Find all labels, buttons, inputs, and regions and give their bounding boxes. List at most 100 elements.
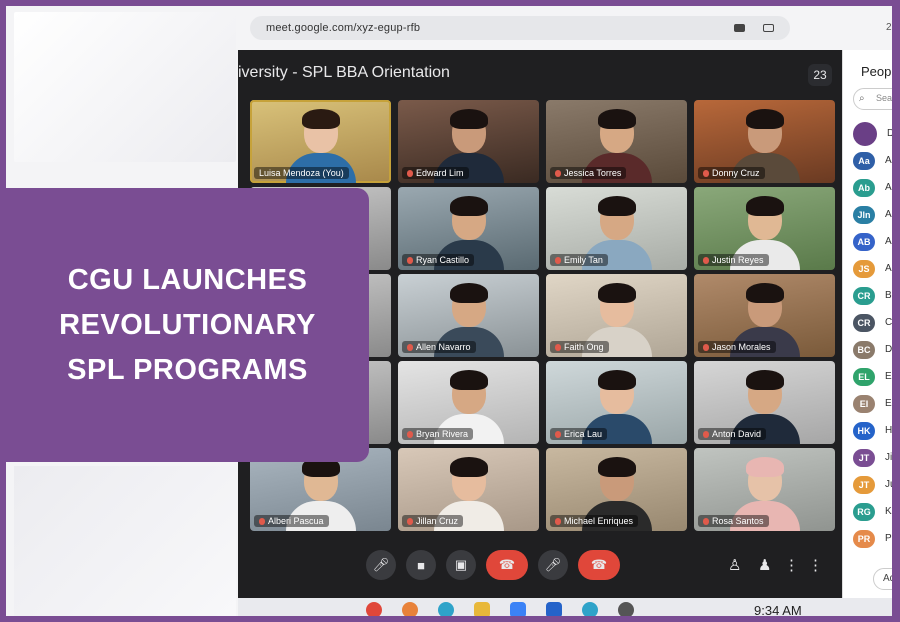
present-icon[interactable]: ▣: [446, 550, 476, 580]
people-list-item[interactable]: JT Ju: [853, 471, 892, 498]
people-icon[interactable]: ♙: [728, 556, 741, 574]
camera-icon[interactable]: ■: [406, 550, 436, 580]
mic-muted-icon: [555, 256, 561, 264]
people-list-item[interactable]: Aa All: [853, 147, 892, 174]
participant-hair: [449, 370, 488, 390]
people-list-item[interactable]: JT Jill: [853, 444, 892, 471]
extension-icon[interactable]: 2: [886, 22, 892, 33]
mic-icon[interactable]: 🎤︎: [366, 550, 396, 580]
address-bar-icons: [734, 24, 774, 32]
people-list-item[interactable]: Dr: [853, 120, 892, 147]
people-panel-title: People: [861, 64, 892, 79]
store-icon[interactable]: [510, 602, 526, 616]
people-list-item[interactable]: EI Eri: [853, 390, 892, 417]
person-name: Ha: [885, 425, 892, 436]
person-name: Ca: [885, 317, 892, 328]
video-tile[interactable]: Anton David: [694, 361, 835, 444]
participant-name-tag: Emily Tan: [550, 254, 608, 266]
mic-muted-icon: [407, 517, 413, 525]
person-name: An: [885, 236, 892, 247]
edge-icon-2[interactable]: [582, 602, 598, 616]
settings-icon[interactable]: [618, 602, 634, 616]
participant-name-tag: Justin Reyes: [698, 254, 769, 266]
video-tile[interactable]: Michael Enriques: [546, 448, 687, 531]
person-name: All: [885, 155, 892, 166]
mic-muted-icon: [703, 430, 709, 438]
video-tile[interactable]: Jessica Torres: [546, 100, 687, 183]
participant-name: Luisa Mendoza (You): [259, 168, 344, 178]
taskbar-clock[interactable]: 9:34 AM: [754, 603, 802, 616]
mic-muted-icon: [555, 343, 561, 351]
mic-muted-icon: [555, 430, 561, 438]
address-bar[interactable]: meet.google.com/xyz-egup-rfb: [250, 16, 790, 40]
participant-hair: [745, 109, 784, 129]
video-tile[interactable]: Allen Navarro: [398, 274, 539, 357]
mic-muted-icon: [407, 430, 413, 438]
video-tile[interactable]: Emily Tan: [546, 187, 687, 270]
video-tile[interactable]: Erica Lau: [546, 361, 687, 444]
mail-icon[interactable]: [546, 602, 562, 616]
edge-icon[interactable]: [438, 602, 454, 616]
participant-name: Ryan Castillo: [416, 255, 470, 265]
activities-icon[interactable]: ⋮: [784, 556, 799, 574]
participant-name: Jessica Torres: [564, 168, 622, 178]
people-list-item[interactable]: RG Ke: [853, 498, 892, 525]
people-list-item[interactable]: EL Ed: [853, 363, 892, 390]
people-panel: People ⌕ Search DrAaAllAbAlvJlnAllABAnJS…: [842, 50, 892, 598]
participant-name: Allen Navarro: [416, 342, 471, 352]
person-name: Dr: [887, 128, 892, 139]
person-name: Eri: [885, 398, 892, 409]
participant-name-tag: Alberi Pascua: [254, 515, 329, 527]
participant-hair: [745, 370, 784, 390]
people-search-input[interactable]: Search: [853, 88, 892, 110]
mic-muted-icon: [555, 169, 561, 177]
screenshot-frame: meet.google.com/xyz-egup-rfb 2 iversity …: [6, 6, 892, 616]
people-list-item[interactable]: Ab Alv: [853, 174, 892, 201]
participant-hair: [745, 457, 784, 477]
video-tile[interactable]: Rosa Santos: [694, 448, 835, 531]
video-tile[interactable]: Edward Lim: [398, 100, 539, 183]
hangup-icon[interactable]: ☎︎: [486, 550, 528, 580]
cast-icon[interactable]: [763, 24, 774, 32]
people-list-item[interactable]: PR Pa: [853, 525, 892, 552]
people-list-item[interactable]: HK Ha: [853, 417, 892, 444]
participant-name-tag: Erica Lau: [550, 428, 608, 440]
participant-count-badge[interactable]: 23: [808, 64, 832, 86]
video-tile[interactable]: Justin Reyes: [694, 187, 835, 270]
video-tile[interactable]: Jillan Cruz: [398, 448, 539, 531]
participant-hair: [449, 283, 488, 303]
participant-name: Bryan Rivera: [416, 429, 469, 439]
avatar: Jln: [853, 205, 875, 224]
avatar: AB: [853, 232, 875, 251]
people-list-item[interactable]: CR Br: [853, 282, 892, 309]
people-list-item[interactable]: CR Ca: [853, 309, 892, 336]
participant-hair: [301, 109, 340, 129]
participant-name-tag: Luisa Mendoza (You): [254, 167, 349, 179]
chrome-icon[interactable]: [366, 602, 382, 616]
participant-name: Edward Lim: [416, 168, 464, 178]
participants-icon[interactable]: ♟: [758, 556, 771, 574]
taskbar-apps: [366, 602, 634, 616]
camera-permission-icon[interactable]: [734, 24, 745, 32]
file-explorer-icon[interactable]: [474, 602, 490, 616]
firefox-icon[interactable]: [402, 602, 418, 616]
leave-call-icon[interactable]: ☎︎: [578, 550, 620, 580]
background-card-lower: [14, 466, 236, 616]
participant-hair: [597, 196, 636, 216]
video-tile[interactable]: Bryan Rivera: [398, 361, 539, 444]
people-list-item[interactable]: BC Do: [853, 336, 892, 363]
video-tile[interactable]: Ryan Castillo: [398, 187, 539, 270]
people-list-item[interactable]: JS Ap: [853, 255, 892, 282]
mic-icon-secondary[interactable]: 🎤︎: [538, 550, 568, 580]
url-text: meet.google.com/xyz-egup-rfb: [266, 22, 421, 34]
add-people-button[interactable]: Add: [873, 568, 892, 590]
people-list-item[interactable]: AB An: [853, 228, 892, 255]
video-tile[interactable]: Donny Cruz: [694, 100, 835, 183]
video-tile[interactable]: Luisa Mendoza (You): [250, 100, 391, 183]
video-tile[interactable]: Jason Morales: [694, 274, 835, 357]
more-options-icon[interactable]: ⋮: [808, 556, 823, 574]
video-tile[interactable]: Faith Ong: [546, 274, 687, 357]
mic-muted-icon: [703, 256, 709, 264]
people-list-item[interactable]: Jln All: [853, 201, 892, 228]
mic-muted-icon: [703, 517, 709, 525]
